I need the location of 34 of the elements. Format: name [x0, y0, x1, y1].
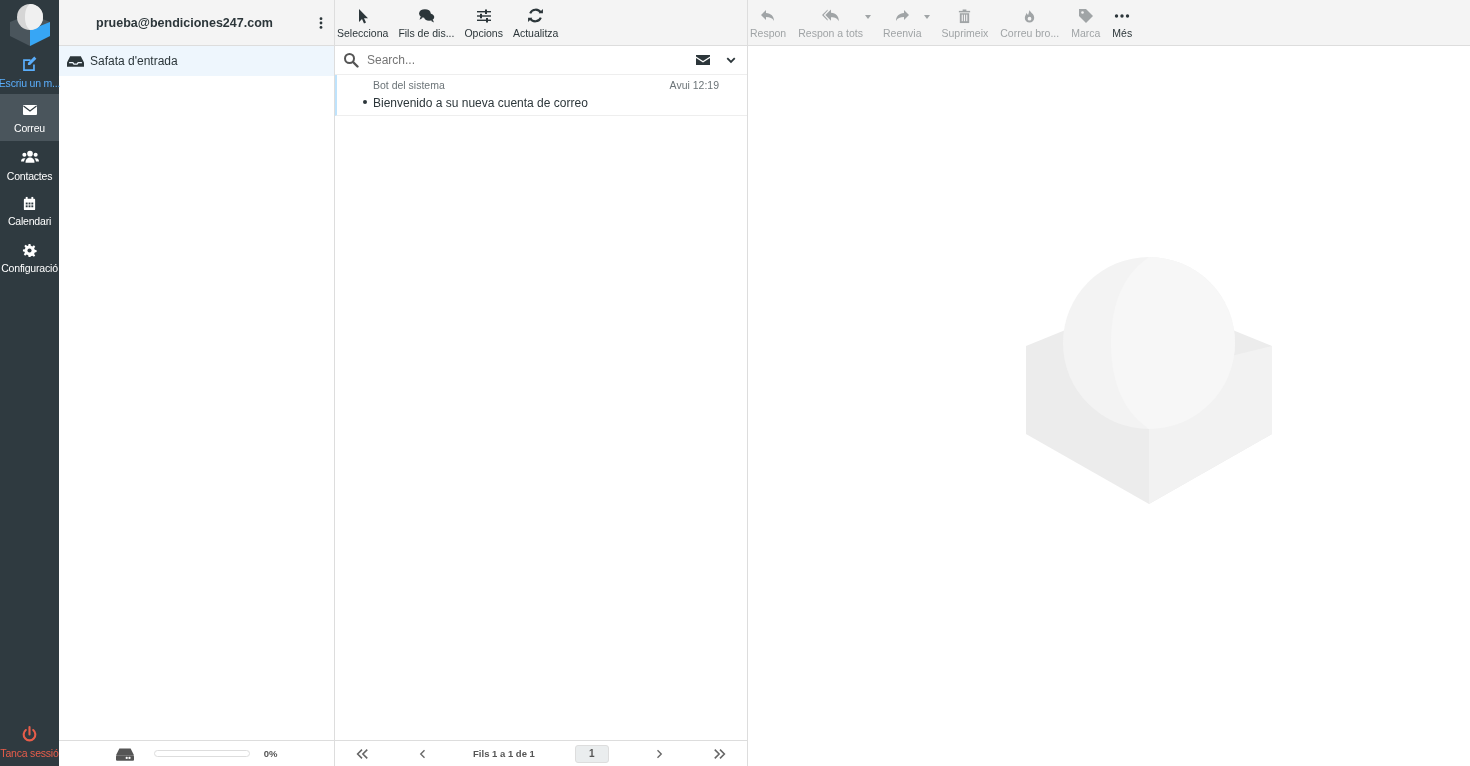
account-name: prueba@bendiciones247.com — [95, 15, 274, 30]
toolbar-button[interactable]: Fils de dis... — [396, 7, 457, 39]
refresh-icon — [527, 7, 545, 24]
nav-item[interactable]: Contactes — [0, 141, 59, 188]
message-row[interactable]: Bot del sistema Avui 12:19 Bienvenido a su nueva cuenta de correo — [335, 75, 747, 116]
search-icon — [343, 52, 359, 68]
nav-item[interactable]: Configuració — [0, 235, 59, 282]
nav-item[interactable]: Correu — [0, 94, 59, 141]
toolbar-button[interactable]: Més — [1110, 8, 1135, 39]
trash-icon — [957, 9, 973, 24]
page-info: Fils 1 a 1 de 1 — [473, 748, 535, 759]
toolbar-button[interactable]: Selecciona — [335, 8, 391, 39]
double-right-icon — [712, 746, 727, 761]
calendar-icon — [22, 196, 37, 211]
double-left-icon — [355, 746, 369, 761]
toolbar-button[interactable]: Actualitza — [510, 7, 561, 39]
chat-icon — [417, 7, 435, 24]
tag-icon — [1077, 8, 1094, 24]
folder-item[interactable]: Safata d'entrada — [59, 46, 334, 76]
nav-item[interactable]: Calendari — [0, 188, 59, 235]
logo-icon — [7, 1, 52, 46]
page-number-field[interactable]: 1 — [574, 744, 609, 763]
message-sender: Bot del sistema — [373, 79, 445, 91]
message-date: Avui 12:19 — [669, 79, 719, 91]
message-subject: Bienvenido a su nueva cuenta de correo — [373, 96, 589, 110]
toolbar-button[interactable]: Opcions — [462, 8, 505, 39]
envelope-icon — [695, 52, 711, 68]
search-field[interactable]: Search... — [365, 52, 685, 68]
gear-icon — [22, 243, 37, 258]
power-icon — [21, 726, 38, 743]
sliders-icon — [475, 8, 492, 24]
logout-button[interactable]: Tanca sessió — [0, 719, 59, 766]
compose-icon — [21, 54, 38, 72]
quota-reading: 0% — [263, 748, 278, 759]
